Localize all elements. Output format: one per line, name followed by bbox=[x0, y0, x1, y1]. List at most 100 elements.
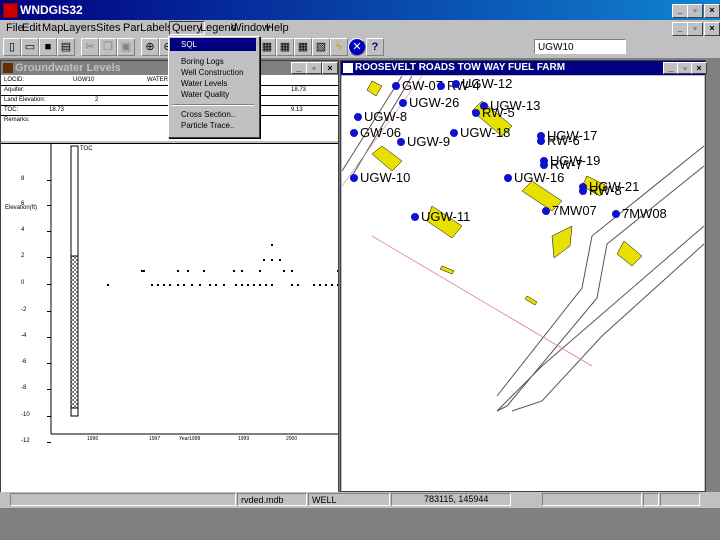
query-dropdown-menu: SQL Boring Logs Well Construction Water … bbox=[168, 36, 260, 138]
menu-item-water-quality[interactable]: Water Quality bbox=[181, 90, 229, 99]
well-dot-icon bbox=[612, 210, 620, 218]
water-level-point bbox=[263, 259, 265, 261]
stop-icon[interactable]: ✕ bbox=[348, 38, 366, 56]
menu-item-cross-section[interactable]: Cross Section.. bbox=[181, 110, 235, 119]
help-question-icon[interactable]: ? bbox=[366, 38, 384, 56]
well-marker[interactable]: UGW-18 bbox=[450, 126, 510, 139]
well-dot-icon bbox=[350, 129, 358, 137]
water-level-point bbox=[223, 284, 225, 286]
water-level-point bbox=[283, 270, 285, 272]
cut-icon[interactable]: ✂ bbox=[81, 38, 99, 56]
minimize-icon[interactable]: _ bbox=[672, 4, 688, 18]
water-level-point bbox=[271, 244, 273, 246]
well-marker[interactable]: UGW-12 bbox=[452, 77, 512, 90]
status-layer: WELL bbox=[308, 493, 390, 506]
water-level-point bbox=[157, 284, 159, 286]
layer-tool-2-icon[interactable]: ▦ bbox=[276, 38, 294, 56]
well-label: UGW-26 bbox=[409, 95, 460, 110]
gw-minimize-icon[interactable]: _ bbox=[291, 62, 307, 74]
menu-edit[interactable]: Edit bbox=[22, 22, 41, 34]
well-label: UGW-12 bbox=[462, 76, 513, 91]
save-icon[interactable]: ■ bbox=[39, 38, 57, 56]
well-marker[interactable]: UGW-10 bbox=[350, 171, 410, 184]
well-label: GW-06 bbox=[360, 125, 401, 140]
water-level-point bbox=[291, 284, 293, 286]
water-level-point bbox=[241, 270, 243, 272]
water-level-point bbox=[247, 284, 249, 286]
menu-item-particle-trace[interactable]: Particle Trace.. bbox=[181, 121, 234, 130]
menu-window[interactable]: Window bbox=[231, 22, 270, 34]
well-marker[interactable]: GW-07 bbox=[392, 79, 443, 92]
gw-maximize-icon[interactable]: ▫ bbox=[306, 62, 322, 74]
well-marker[interactable]: UGW-16 bbox=[504, 171, 564, 184]
well-label: UGW-11 bbox=[421, 209, 471, 224]
doc-restore-icon[interactable]: ▫ bbox=[687, 22, 703, 36]
y-tick-mark bbox=[47, 284, 51, 285]
well-marker[interactable]: UGW-26 bbox=[399, 96, 459, 109]
well-marker[interactable]: UGW-11 bbox=[411, 210, 470, 223]
well-marker[interactable]: GW-06 bbox=[350, 126, 401, 139]
paste-icon[interactable]: ▣ bbox=[117, 38, 135, 56]
open-icon[interactable]: ▭ bbox=[21, 38, 39, 56]
restore-icon[interactable]: ▫ bbox=[687, 4, 703, 18]
water-level-point bbox=[177, 284, 179, 286]
gw-close-icon[interactable]: × bbox=[322, 62, 338, 74]
map-canvas[interactable]: GW-07 RW-4 UGW-12 UGW-26 UGW-13 RW-5 UGW-8 GW-0… bbox=[342, 76, 704, 491]
well-marker[interactable]: 7MW07 bbox=[542, 204, 597, 217]
well-marker[interactable]: UGW-9 bbox=[397, 135, 450, 148]
well-marker[interactable]: RW-5 bbox=[472, 106, 515, 119]
new-icon[interactable]: ▯ bbox=[3, 38, 21, 56]
well-label: 7MW07 bbox=[552, 203, 597, 218]
well-marker[interactable]: 7MW08 bbox=[612, 207, 667, 220]
aquifer-label: Aquifer: bbox=[4, 87, 25, 93]
map-close-icon[interactable]: × bbox=[691, 62, 707, 74]
well-label: UGW-10 bbox=[360, 170, 411, 185]
copy-icon[interactable]: ❐ bbox=[99, 38, 117, 56]
menu-item-water-levels[interactable]: Water Levels bbox=[181, 79, 227, 88]
water-level-point bbox=[297, 284, 299, 286]
water-level-point bbox=[337, 270, 339, 272]
well-label: UGW-16 bbox=[514, 170, 565, 185]
water-level-point bbox=[169, 284, 171, 286]
layer-tool-3-icon[interactable]: ▦ bbox=[294, 38, 312, 56]
menu-help[interactable]: Help bbox=[266, 22, 289, 34]
water-level-point bbox=[241, 284, 243, 286]
menu-bar: File Edit Map Layers Sites ParLabels Que… bbox=[0, 20, 720, 36]
map-window: ROOSEVELT ROADS TOW WAY FUEL FARM _ ▫ × bbox=[340, 60, 707, 492]
doc-minimize-icon[interactable]: _ bbox=[672, 22, 688, 36]
well-marker[interactable]: UGW-8 bbox=[354, 110, 407, 123]
menu-item-well-construction[interactable]: Well Construction bbox=[181, 68, 244, 77]
well-label: 7MW08 bbox=[622, 206, 667, 221]
doc-close-icon[interactable]: × bbox=[704, 22, 720, 36]
menu-sites[interactable]: Sites bbox=[96, 22, 120, 34]
layer-tool-1-icon[interactable]: ▦ bbox=[258, 38, 276, 56]
well-dot-icon bbox=[504, 174, 512, 182]
well-marker[interactable]: RW-8 bbox=[579, 184, 622, 197]
status-coords: 783115, 145944 bbox=[424, 494, 489, 504]
well-dot-icon bbox=[437, 82, 445, 90]
y-tick-label: 6 bbox=[21, 201, 25, 207]
status-panel-small-2 bbox=[660, 493, 700, 506]
water-level-point bbox=[259, 270, 261, 272]
menu-map[interactable]: Map bbox=[42, 22, 63, 34]
menu-parlabels[interactable]: ParLabels bbox=[123, 22, 173, 34]
water-level-point bbox=[337, 284, 339, 286]
close-icon[interactable]: × bbox=[704, 4, 720, 18]
elevation-value: 2 bbox=[95, 97, 99, 103]
well-marker[interactable]: RW-6 bbox=[537, 134, 580, 147]
water-level-point bbox=[331, 284, 333, 286]
print-icon[interactable]: ▤ bbox=[57, 38, 75, 56]
locid-label: LOCID: bbox=[4, 77, 25, 83]
zoom-in-icon[interactable]: ⊕ bbox=[141, 38, 159, 56]
menu-layers[interactable]: Layers bbox=[63, 22, 96, 34]
lightning-icon[interactable]: ϟ bbox=[330, 38, 348, 56]
y-tick-label: 8 bbox=[21, 176, 25, 182]
well-dot-icon bbox=[472, 109, 480, 117]
y-tick-label: -12 bbox=[21, 438, 30, 444]
layer-tool-4-icon[interactable]: ▧ bbox=[312, 38, 330, 56]
x-tick-label: 1997 bbox=[149, 436, 161, 442]
menu-item-sql[interactable]: SQL bbox=[170, 38, 256, 51]
menu-item-boring-logs[interactable]: Boring Logs bbox=[181, 57, 224, 66]
site-combo-input[interactable]: UGW10 bbox=[534, 39, 626, 54]
water-level-point bbox=[107, 284, 109, 286]
